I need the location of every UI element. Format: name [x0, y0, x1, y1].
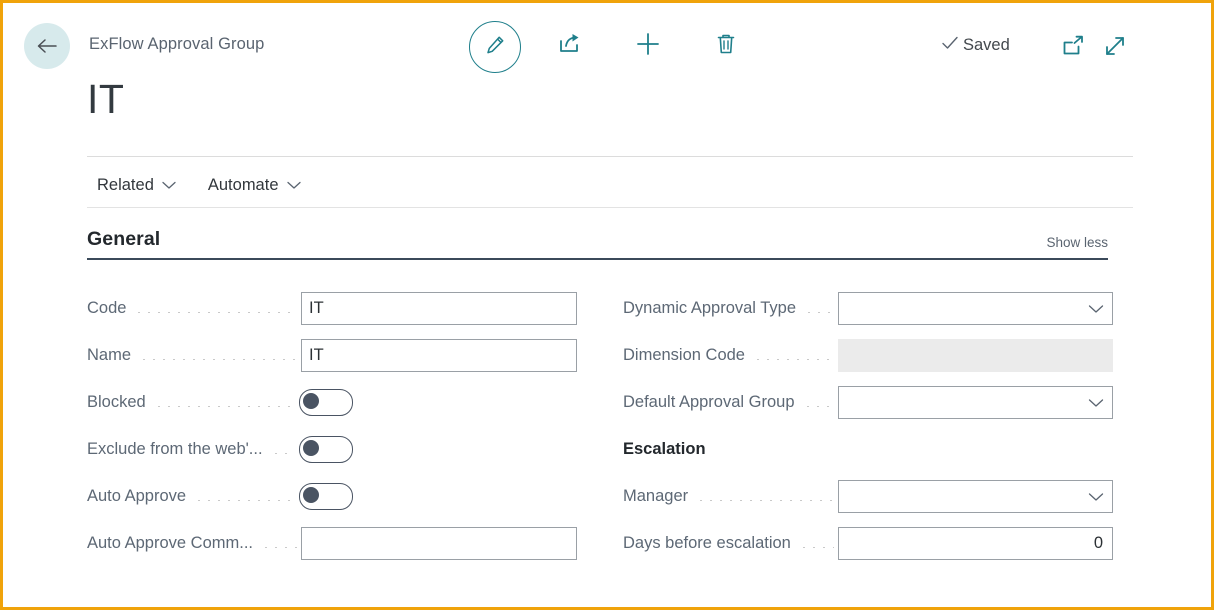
- days-before-escalation-input[interactable]: 0: [838, 527, 1113, 560]
- new-record-button[interactable]: [627, 25, 669, 67]
- auto-approve-comment-input[interactable]: [301, 527, 577, 560]
- page-canvas: ExFlow Approval Group IT Saved Related A…: [3, 3, 1211, 607]
- leader-dots: [139, 359, 297, 360]
- field-label: Code: [87, 299, 127, 317]
- field-auto-approve-comment: Auto Approve Comm...: [87, 520, 577, 567]
- field-manager: Manager: [623, 473, 1113, 520]
- leader-dots: [802, 406, 834, 407]
- chevron-down-icon: [1088, 492, 1104, 502]
- dynamic-approval-type-select[interactable]: [838, 292, 1113, 325]
- related-menu-label: Related: [97, 175, 154, 194]
- edit-record-button[interactable]: [469, 21, 521, 73]
- chevron-down-icon: [1088, 398, 1104, 408]
- field-default-approval-group: Default Approval Group: [623, 379, 1113, 426]
- arrow-left-icon: [36, 37, 58, 55]
- dimension-code-input: [838, 339, 1113, 372]
- field-auto-approve: Auto Approve: [87, 473, 577, 520]
- leader-dots: [804, 312, 834, 313]
- field-label: Days before escalation: [623, 534, 791, 552]
- field-blocked: Blocked: [87, 379, 577, 426]
- breadcrumb[interactable]: ExFlow Approval Group: [89, 35, 264, 54]
- actions-divider: [87, 207, 1133, 208]
- field-label: Dimension Code: [623, 346, 745, 364]
- toggle-knob: [303, 487, 319, 503]
- expand-arrows-icon: [1103, 34, 1127, 63]
- window-frame: ExFlow Approval Group IT Saved Related A…: [0, 0, 1214, 610]
- leader-dots: [752, 359, 834, 360]
- exclude-from-web-toggle[interactable]: [299, 436, 353, 463]
- check-icon: [941, 35, 959, 56]
- popout-icon: [1061, 35, 1085, 62]
- field-label: Dynamic Approval Type: [623, 299, 797, 317]
- field-dynamic-approval-type: Dynamic Approval Type: [623, 285, 1113, 332]
- header-divider: [87, 156, 1133, 157]
- plus-icon: [635, 31, 661, 62]
- pencil-icon: [483, 33, 507, 62]
- save-status-label: Saved: [963, 36, 1010, 54]
- leader-dots: [270, 453, 295, 454]
- field-code: Code IT: [87, 285, 577, 332]
- section-title: General: [87, 228, 161, 250]
- field-label: Blocked: [87, 393, 146, 411]
- field-label: Auto Approve: [87, 487, 187, 505]
- blocked-toggle[interactable]: [299, 389, 353, 416]
- leader-dots: [261, 547, 297, 548]
- field-name: Name IT: [87, 332, 577, 379]
- field-exclude-from-web: Exclude from the web'...: [87, 426, 577, 473]
- trash-icon: [714, 32, 738, 61]
- auto-approve-toggle[interactable]: [299, 483, 353, 510]
- leader-dots: [696, 500, 834, 501]
- field-label: Default Approval Group: [623, 393, 795, 411]
- code-input[interactable]: IT: [301, 292, 577, 325]
- actions-bar: Related Automate: [87, 166, 311, 204]
- chevron-down-icon: [286, 176, 301, 195]
- leader-dots: [153, 406, 295, 407]
- expand-button[interactable]: [1094, 27, 1136, 69]
- chevron-down-icon: [1088, 304, 1104, 314]
- page-title: IT: [87, 76, 125, 122]
- field-label: Manager: [623, 487, 689, 505]
- escalation-subsection-title: Escalation: [623, 440, 706, 458]
- default-approval-group-select[interactable]: [838, 386, 1113, 419]
- show-less-link[interactable]: Show less: [1046, 235, 1108, 251]
- save-status: Saved: [941, 35, 1010, 56]
- open-in-new-window-button[interactable]: [1052, 27, 1094, 69]
- general-right-column: Dynamic Approval Type Dimension Code Def…: [623, 285, 1113, 567]
- manager-select[interactable]: [838, 480, 1113, 513]
- leader-dots: [194, 500, 295, 501]
- field-days-before-escalation: Days before escalation 0: [623, 520, 1113, 567]
- field-label: Exclude from the web'...: [87, 440, 263, 458]
- chevron-down-icon: [162, 176, 176, 195]
- related-menu[interactable]: Related: [87, 171, 186, 200]
- name-input[interactable]: IT: [301, 339, 577, 372]
- general-left-column: Code IT Name IT Blocked Exclude from the…: [87, 285, 577, 567]
- field-label: Name: [87, 346, 132, 364]
- automate-menu-label: Automate: [207, 175, 279, 194]
- toggle-knob: [303, 440, 319, 456]
- field-dimension-code: Dimension Code: [623, 332, 1113, 379]
- leader-dots: [134, 312, 297, 313]
- field-label: Auto Approve Comm...: [87, 534, 253, 552]
- toggle-knob: [303, 393, 319, 409]
- automate-menu[interactable]: Automate: [198, 171, 311, 200]
- back-button[interactable]: [24, 23, 70, 69]
- general-section-header: General Show less: [87, 228, 1108, 260]
- share-button[interactable]: [549, 25, 591, 67]
- leader-dots: [798, 547, 834, 548]
- delete-record-button[interactable]: [705, 25, 747, 67]
- share-icon: [557, 32, 583, 61]
